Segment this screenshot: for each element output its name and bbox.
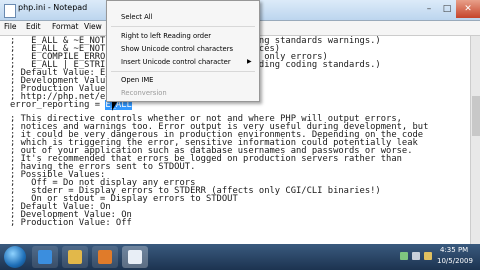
scrollbar-thumb[interactable] [472, 96, 480, 136]
close-button[interactable]: ✕ [456, 0, 480, 18]
taskbar-notepad[interactable] [122, 246, 148, 268]
maximize-button[interactable]: □ [438, 0, 456, 18]
ctx-insert-unicode[interactable]: Insert Unicode control character [121, 58, 231, 66]
ctx-reconversion: Reconversion [121, 89, 167, 97]
volume-icon[interactable] [412, 252, 420, 260]
notepad-icon [128, 250, 142, 264]
start-button[interactable] [4, 246, 26, 268]
taskbar: 4:35 PM 10/5/2009 [0, 244, 480, 270]
submenu-arrow-icon: ▶ [247, 58, 252, 65]
window-title: php.ini - Notepad [18, 3, 88, 12]
ctx-separator [111, 71, 255, 72]
vertical-scrollbar[interactable] [470, 36, 480, 244]
ctx-open-ime[interactable]: Open IME [121, 76, 153, 84]
taskbar-explorer[interactable] [62, 246, 88, 268]
context-menu: Select All Right to left Reading order S… [106, 0, 260, 102]
menu-edit[interactable]: Edit [26, 22, 41, 31]
ctx-separator [111, 26, 255, 27]
clock-date[interactable]: 10/5/2009 [437, 257, 473, 265]
error-reporting-key: error_reporting = [10, 100, 106, 110]
media-player-icon [98, 250, 112, 264]
ctx-rtl-reading-order[interactable]: Right to left Reading order [121, 32, 211, 40]
internet-explorer-icon [38, 250, 52, 264]
taskbar-media[interactable] [92, 246, 118, 268]
ctx-show-unicode[interactable]: Show Unicode control characters [121, 45, 233, 53]
ctx-select-all[interactable]: Select All [121, 13, 153, 21]
network-icon[interactable] [400, 252, 408, 260]
flag-icon[interactable] [424, 252, 432, 260]
notepad-app-icon [4, 4, 16, 18]
minimize-button[interactable]: – [420, 0, 438, 18]
menu-format[interactable]: Format [52, 22, 78, 31]
notepad-window: php.ini - Notepad – □ ✕ File Edit Format… [0, 0, 480, 244]
editor-line: ; Production Value: Off [10, 218, 132, 228]
menu-file[interactable]: File [4, 22, 17, 31]
clock-time[interactable]: 4:35 PM [440, 246, 468, 254]
taskbar-ie[interactable] [32, 246, 58, 268]
mouse-cursor-icon [112, 102, 117, 111]
menu-view[interactable]: View [84, 22, 102, 31]
folder-icon [68, 250, 82, 264]
